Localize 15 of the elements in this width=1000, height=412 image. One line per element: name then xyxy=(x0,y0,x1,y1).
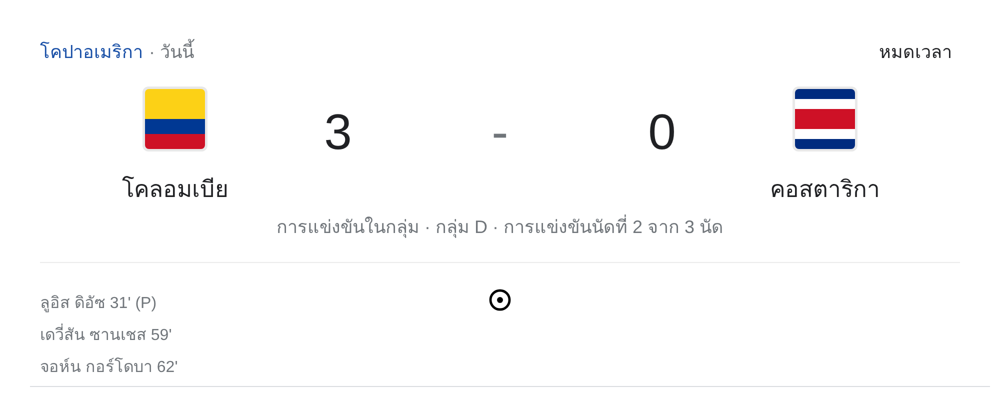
team-name: โคลอมเบีย xyxy=(122,175,228,204)
match-info: การแข่งขันในกลุ่ม · กลุ่ม D · การแข่งขันนัดที่ 2 จาก 3 นัด xyxy=(276,214,724,240)
soccer-ball-icon xyxy=(488,288,512,312)
goal-scorer: ลูอิส ดิอัซ 31' (P) xyxy=(40,294,157,314)
flag-icon xyxy=(142,86,208,152)
goal-scorer: เดวี่สัน ซานเชส 59' xyxy=(40,320,172,352)
competition-link[interactable]: โคปาอเมริกา xyxy=(40,38,143,66)
match-date: · วันนี้ xyxy=(149,38,194,66)
flag-icon xyxy=(792,86,858,152)
score: 3 xyxy=(324,103,352,162)
team-name: คอสตาริกา xyxy=(770,175,880,204)
match-status: หมดเวลา xyxy=(879,40,952,64)
score-separator: - xyxy=(492,103,508,162)
score: 0 xyxy=(648,103,676,162)
goal-scorer: จอห์น กอร์โดบา 62' xyxy=(40,356,178,378)
